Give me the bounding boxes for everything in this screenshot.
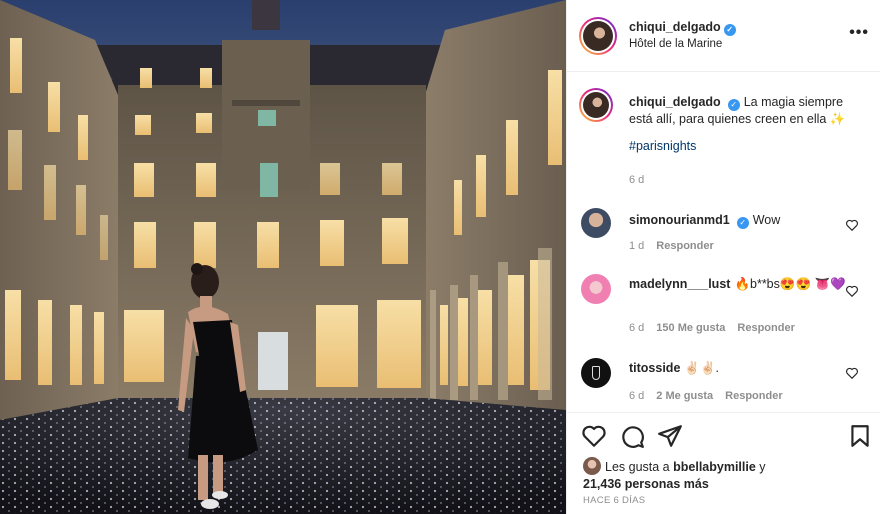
comment-username[interactable]: titosside [629, 361, 680, 375]
comment-username[interactable]: madelynn___lust [629, 277, 730, 291]
heart-icon[interactable] [581, 423, 607, 449]
heart-icon[interactable] [845, 218, 859, 232]
comment-icon[interactable] [619, 423, 645, 449]
comment-age[interactable]: 6 d [629, 322, 644, 334]
verified-icon: ✓ [723, 24, 736, 36]
likes-prefix: Les gusta a [605, 460, 670, 474]
post-photo[interactable] [0, 0, 566, 514]
comment-meta: 1 d Responder [629, 240, 726, 252]
comment-username[interactable]: simonourianmd1 [629, 213, 730, 227]
comment-meta: 6 d 2 Me gusta Responder [629, 390, 795, 402]
post-header: chiqui_delgado ✓ Hôtel de la Marine ••• [567, 0, 880, 72]
comment-age[interactable]: 1 d [629, 240, 644, 252]
caption-meta: 6 d [629, 174, 656, 186]
commenter-avatar[interactable] [581, 274, 611, 304]
comment-text-block: simonourianmd1 ✓ Wow [629, 212, 847, 229]
comment-text: 🔥b**bs😍😍 👅💜 [734, 277, 846, 291]
reply-button[interactable]: Responder [737, 322, 794, 334]
liker-username[interactable]: bbellabymillie [673, 460, 756, 474]
more-icon[interactable]: ••• [849, 24, 869, 42]
verified-icon: ✓ [736, 217, 749, 229]
caption-text-block: chiqui_delgado ✓ La magia siempre está all… [629, 94, 847, 155]
caption-avatar[interactable] [579, 88, 613, 122]
comment-text-block: madelynn___lust 🔥b**bs😍😍 👅💜 [629, 276, 847, 293]
liker-avatar[interactable] [583, 457, 601, 475]
commenter-avatar[interactable] [581, 208, 611, 238]
comment-meta: 6 d 150 Me gusta Responder [629, 322, 807, 334]
comment-age[interactable]: 6 d [629, 390, 644, 402]
author-username[interactable]: chiqui_delgado [629, 20, 721, 34]
reply-button[interactable]: Responder [656, 240, 713, 252]
bookmark-icon[interactable] [847, 423, 873, 449]
photo-image [0, 0, 566, 514]
likes-others[interactable]: 21,436 personas más [583, 477, 709, 491]
caption-username[interactable]: chiqui_delgado [629, 95, 721, 109]
comments-list[interactable]: chiqui_delgado ✓ La magia siempre está all… [567, 72, 880, 412]
post-location[interactable]: Hôtel de la Marine [629, 38, 722, 50]
post-date[interactable]: HACE 6 DÍAS [583, 495, 645, 506]
likes-connector: y [759, 460, 766, 474]
caption-age[interactable]: 6 d [629, 174, 644, 186]
share-icon[interactable] [657, 423, 683, 449]
likes-summary: Les gusta a bbellabymillie y 21,436 pers… [583, 457, 873, 493]
commenter-avatar[interactable] [581, 358, 611, 388]
comment-text: Wow [752, 213, 781, 227]
comment-likes[interactable]: 2 Me gusta [656, 390, 713, 402]
reply-button[interactable]: Responder [725, 390, 782, 402]
heart-icon[interactable] [845, 366, 859, 380]
comment-likes[interactable]: 150 Me gusta [656, 322, 725, 334]
comment-text: ✌🏻✌🏻. [684, 361, 720, 375]
post-side-panel: chiqui_delgado ✓ Hôtel de la Marine ••• c… [566, 0, 880, 514]
comment-text-block: titosside ✌🏻✌🏻. [629, 360, 847, 377]
verified-icon: ✓ [727, 99, 740, 111]
hashtag-link[interactable]: #parisnights [629, 139, 696, 153]
author-avatar[interactable] [579, 17, 617, 55]
post-actions: Les gusta a bbellabymillie y 21,436 pers… [567, 412, 880, 514]
author-username-row[interactable]: chiqui_delgado ✓ [629, 20, 736, 36]
heart-icon[interactable] [845, 284, 859, 298]
